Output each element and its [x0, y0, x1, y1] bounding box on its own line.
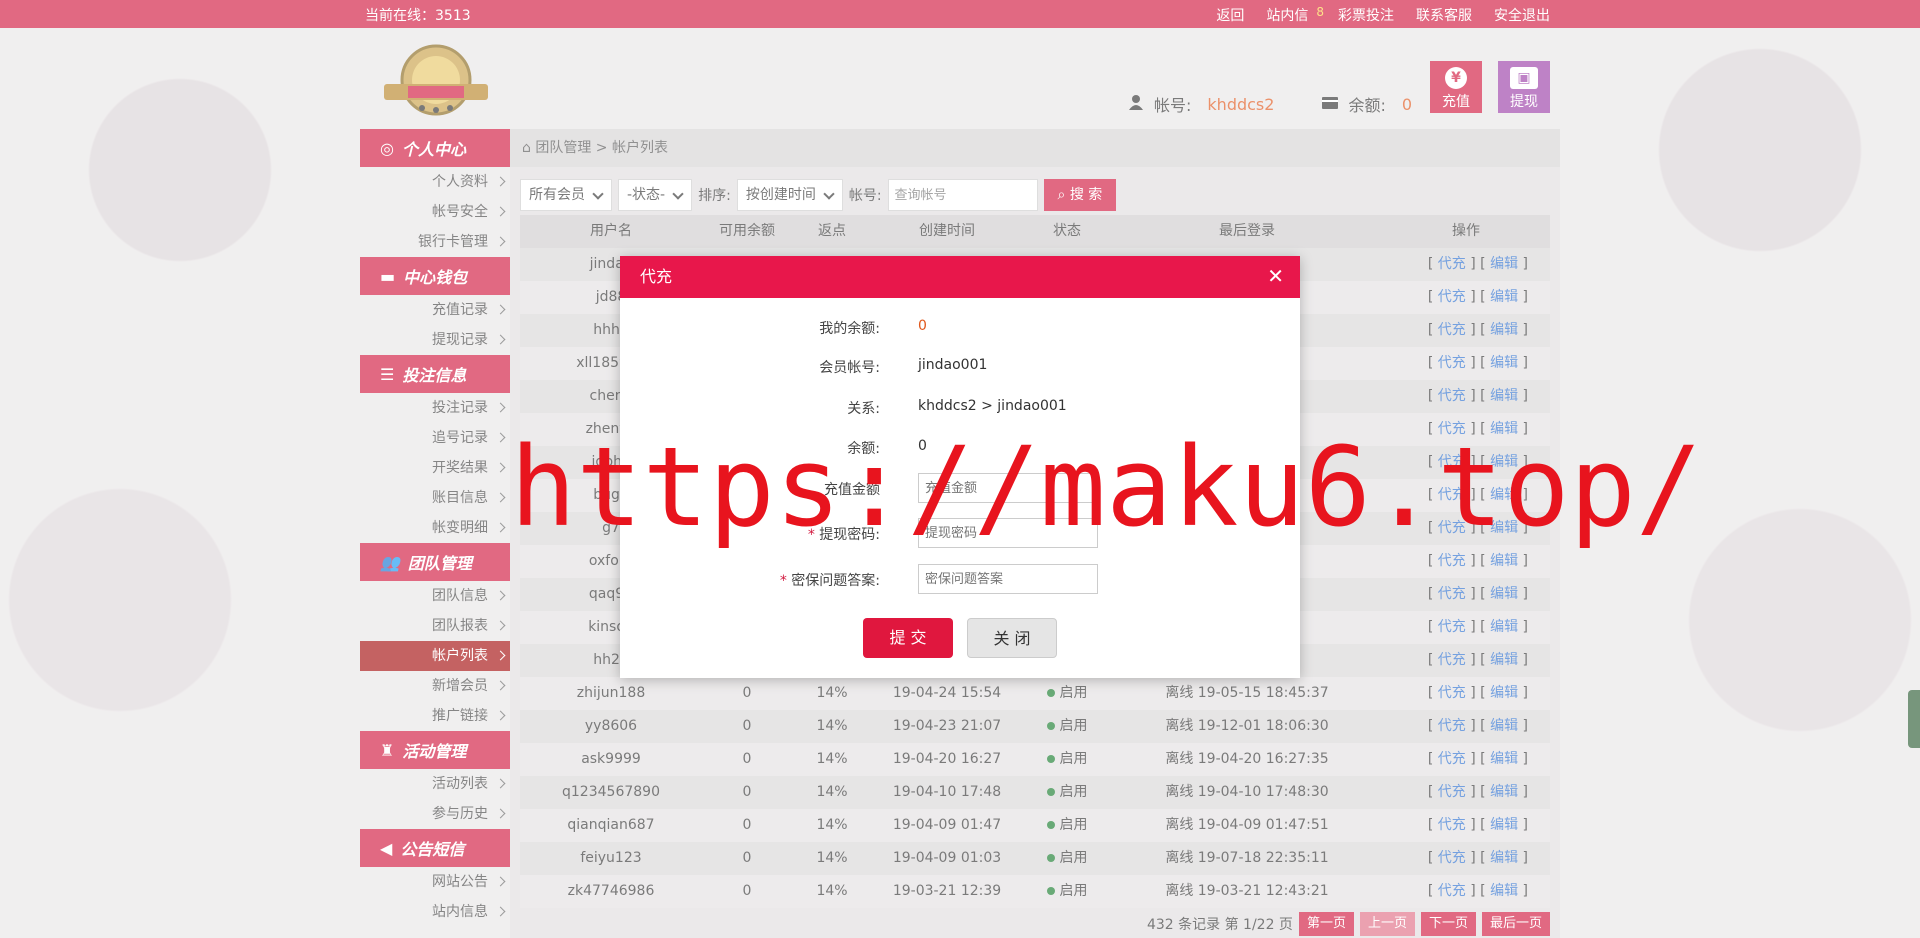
watermark-text: https://maku6.top/ [510, 423, 1703, 551]
modal-title: 代充 [620, 256, 1300, 298]
my-balance-value: 0 [918, 318, 927, 334]
security-answer-input[interactable] [918, 564, 1098, 594]
relation-label: 关系: [847, 401, 880, 417]
member-account-value: jindao001 [918, 357, 988, 373]
security-answer-label-text: 密保问题答案: [791, 573, 880, 589]
member-account-label: 会员帐号: [819, 360, 880, 376]
close-button[interactable]: 关 闭 [967, 618, 1057, 658]
my-balance-label: 我的余额: [819, 321, 880, 337]
relation-value: khddcs2 > jindao001 [918, 398, 1067, 414]
security-answer-label: * 密保问题答案: [779, 573, 880, 589]
close-icon[interactable]: ✕ [1267, 266, 1284, 286]
submit-button[interactable]: 提 交 [863, 618, 953, 658]
